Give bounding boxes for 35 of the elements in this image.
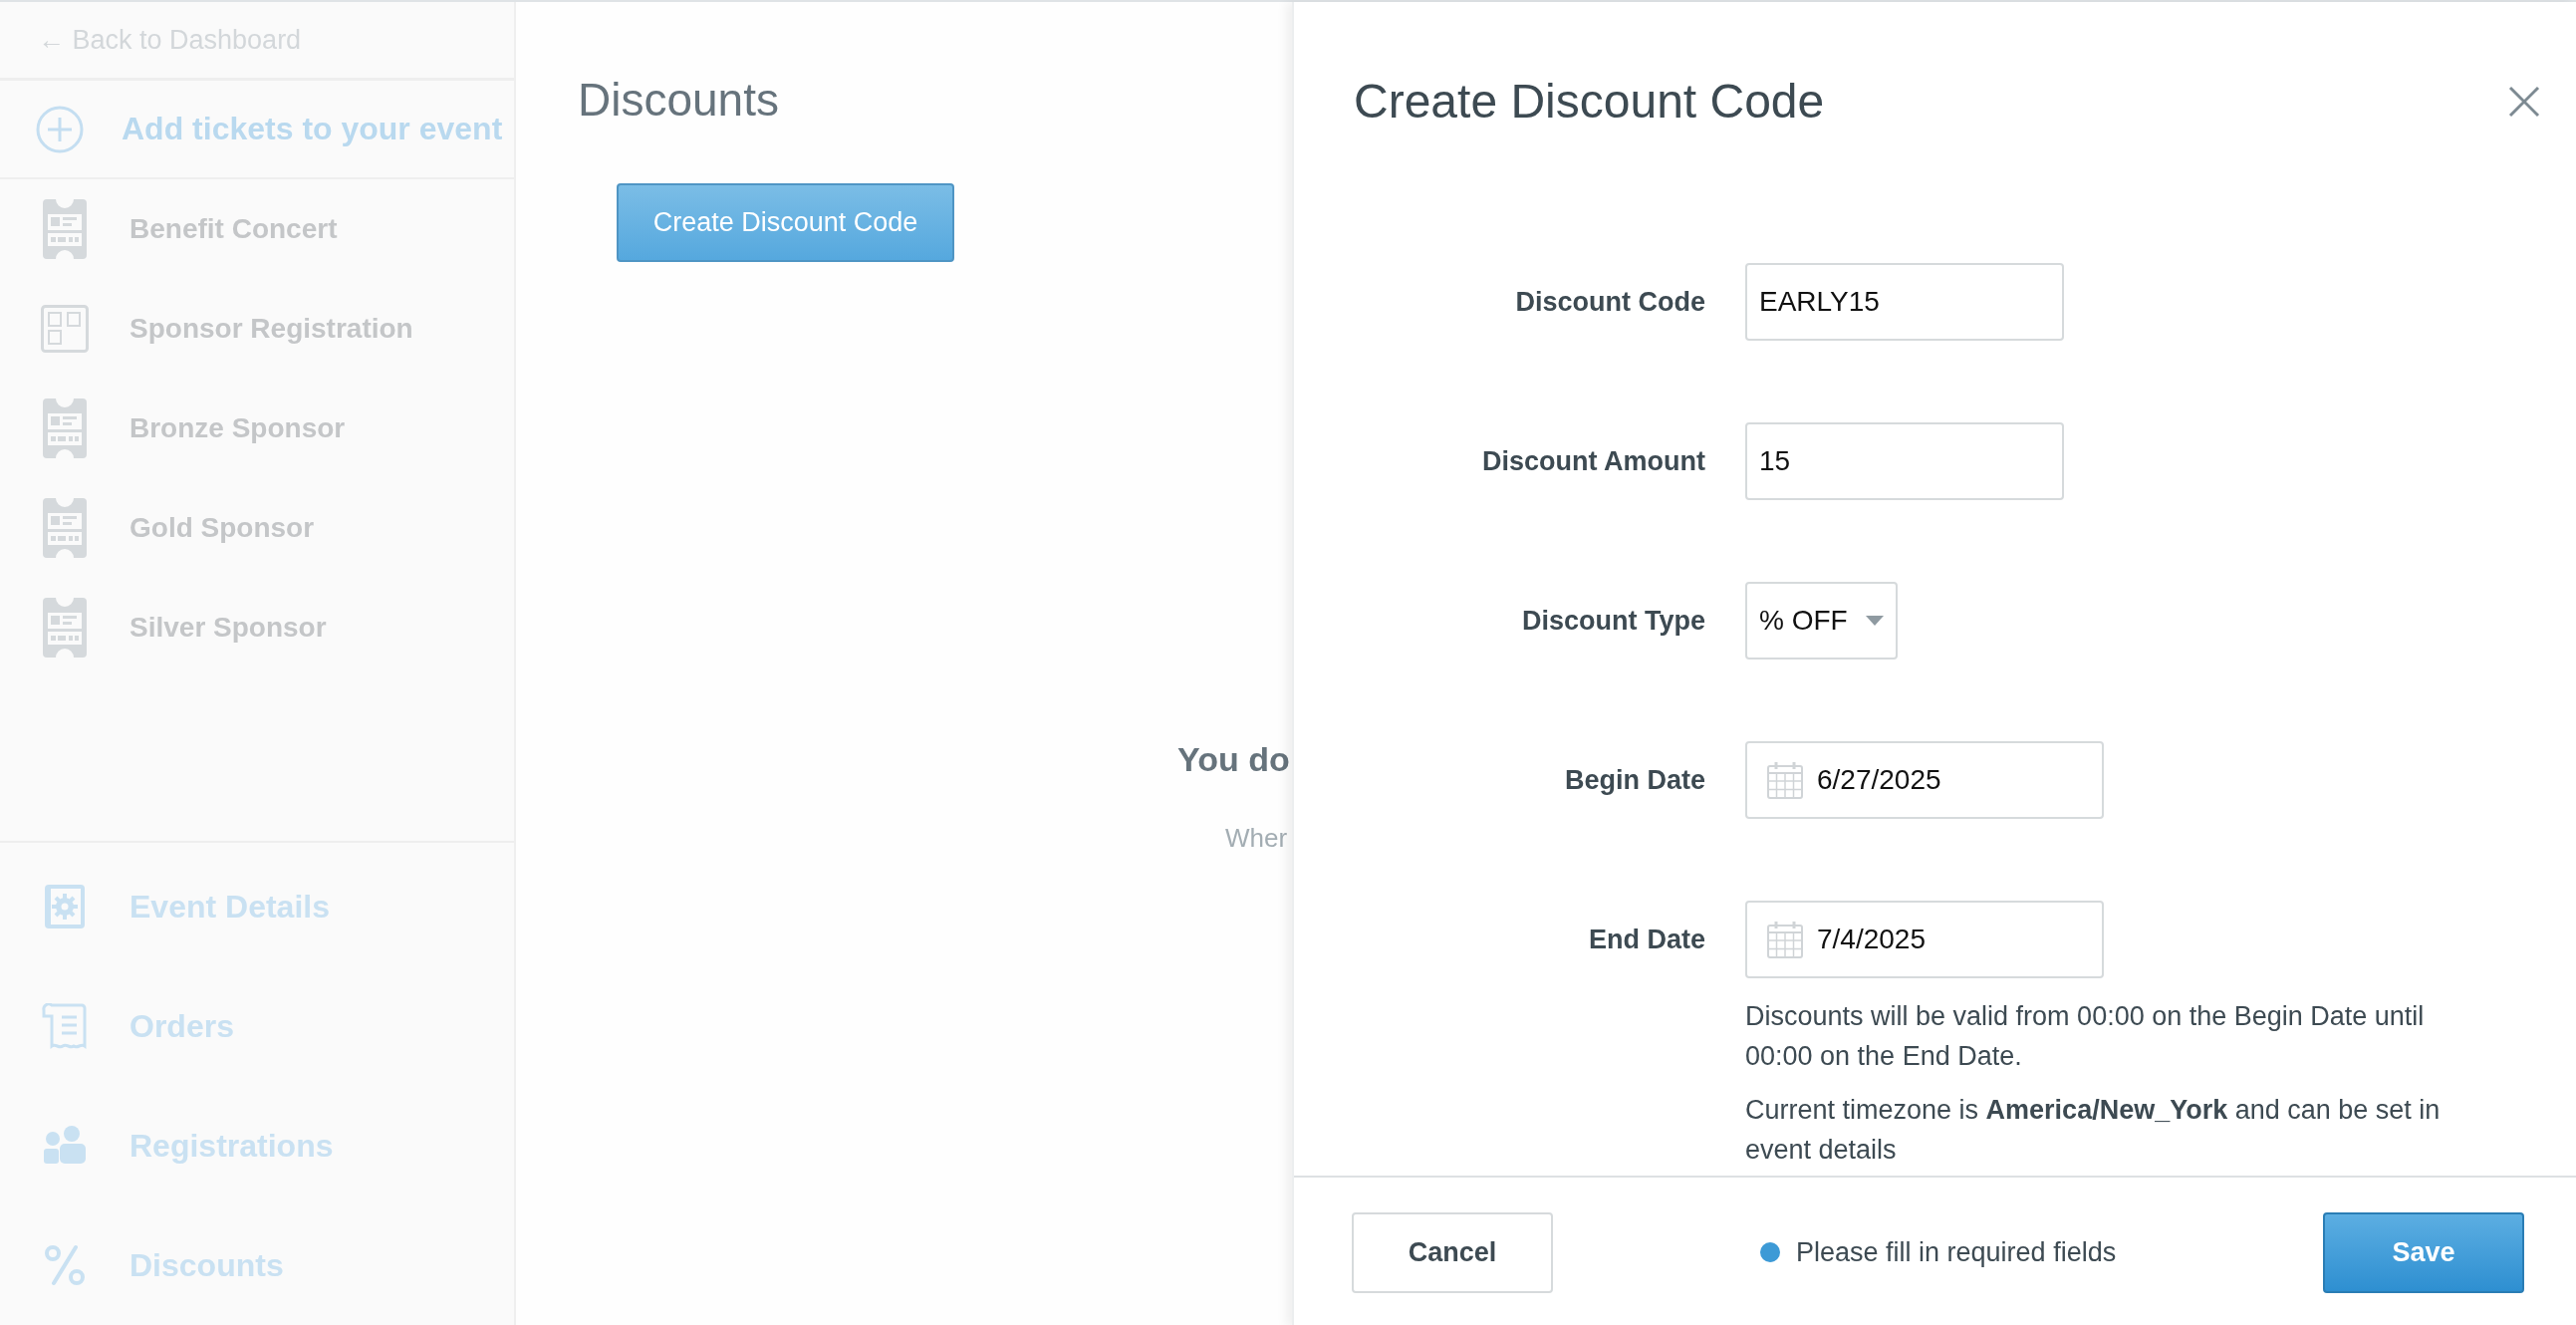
empty-state-text: Wher bbox=[1225, 823, 1288, 853]
panel-title: Create Discount Code bbox=[1354, 74, 1825, 130]
help-text: Current timezone is America/New_York and can be set in event details bbox=[1745, 1094, 2442, 1167]
cancel-button[interactable]: Cancel bbox=[1352, 1211, 1553, 1293]
text-field[interactable]: 15 bbox=[1745, 422, 2064, 500]
field-label: Discount Type bbox=[1521, 605, 1705, 636]
status-dot-icon bbox=[1760, 1242, 1780, 1262]
field-label: Discount Code bbox=[1515, 286, 1705, 317]
status-message: Please fill in required fields bbox=[1796, 1236, 2117, 1268]
calendar-icon bbox=[1767, 921, 1803, 958]
close-icon[interactable] bbox=[2508, 86, 2540, 118]
date-field[interactable]: 6/27/2025 bbox=[1745, 741, 2104, 819]
page-title: Discounts bbox=[578, 73, 779, 128]
percent-icon bbox=[44, 1244, 86, 1286]
field-label: Discount Amount bbox=[1482, 445, 1705, 476]
settings-icon bbox=[45, 885, 85, 928]
discount-type-dropdown[interactable]: % OFF bbox=[1745, 582, 1898, 660]
ticket-icon bbox=[43, 398, 87, 458]
caret-icon bbox=[1865, 616, 1884, 626]
receipt-icon bbox=[42, 1003, 88, 1049]
empty-state-title: You do bbox=[1177, 740, 1290, 778]
ticket-icon bbox=[43, 498, 87, 558]
ticket-icon bbox=[43, 598, 87, 658]
help-text: Discounts will be valid from 00:00 on the Begin Date until 00:00 on the End Date. bbox=[1745, 1000, 2426, 1073]
field-label: End Date bbox=[1588, 924, 1705, 954]
text-field[interactable]: EARLY15 bbox=[1745, 263, 2064, 341]
create-discount-button[interactable]: Create Discount Code bbox=[617, 183, 954, 262]
people-icon bbox=[44, 1126, 86, 1166]
save-button[interactable]: Save bbox=[2323, 1211, 2524, 1293]
add-tickets-link[interactable]: Add tickets to your event bbox=[122, 111, 503, 147]
calendar-icon bbox=[1767, 761, 1803, 799]
ticket-icon bbox=[43, 199, 87, 259]
field-label: Begin Date bbox=[1564, 764, 1705, 795]
tickets-icon bbox=[41, 305, 89, 353]
date-field[interactable]: 7/4/2025 bbox=[1745, 901, 2104, 978]
